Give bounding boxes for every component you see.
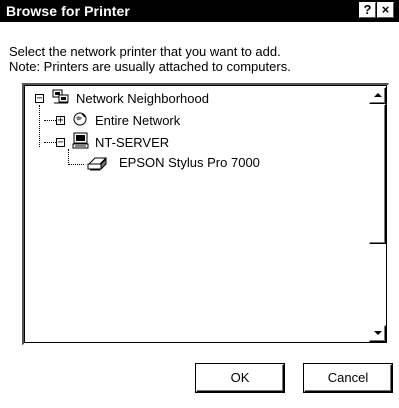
expand-toggle[interactable]: + [56, 116, 65, 126]
scroll-up-button[interactable] [369, 87, 386, 104]
vertical-scrollbar[interactable] [369, 87, 386, 342]
network-neighborhood-icon [52, 89, 69, 104]
window-title: Browse for Printer [6, 3, 130, 19]
collapse-toggle[interactable]: − [35, 94, 44, 104]
ok-button[interactable]: OK [196, 364, 284, 392]
tree-node-label: Entire Network [95, 113, 181, 128]
arrow-down-icon [374, 331, 382, 335]
arrow-up-icon [374, 93, 382, 97]
tree-connector-line [44, 120, 56, 121]
browse-for-printer-dialog: Browse for Printer ? × Select the networ… [0, 0, 399, 408]
tree-connector-line [68, 164, 84, 165]
collapse-toggle[interactable]: − [56, 138, 65, 148]
tree-content: − Network Neighborhood + Entire Network … [24, 85, 368, 344]
printer-tree-view[interactable]: − Network Neighborhood + Entire Network … [22, 83, 389, 345]
title-bar[interactable]: Browse for Printer ? × [0, 0, 399, 22]
globe-icon [73, 112, 87, 126]
instruction-text-line2: Note: Printers are usually attached to c… [9, 59, 291, 74]
tree-connector-line [44, 142, 56, 143]
help-button[interactable]: ? [359, 2, 376, 18]
scrollbar-thumb[interactable] [369, 104, 386, 244]
scroll-down-button[interactable] [369, 325, 386, 342]
cancel-button[interactable]: Cancel [304, 364, 392, 392]
tree-connector-line [39, 105, 40, 147]
tree-node-label: NT-SERVER [95, 135, 170, 150]
printer-icon [87, 157, 108, 171]
tree-connector-line [68, 149, 69, 165]
tree-node-label: Network Neighborhood [76, 91, 209, 106]
tree-node-label: EPSON Stylus Pro 7000 [119, 155, 260, 170]
computer-icon [72, 132, 89, 149]
instruction-text-line1: Select the network printer that you want… [9, 44, 281, 59]
close-button[interactable]: × [377, 2, 394, 18]
